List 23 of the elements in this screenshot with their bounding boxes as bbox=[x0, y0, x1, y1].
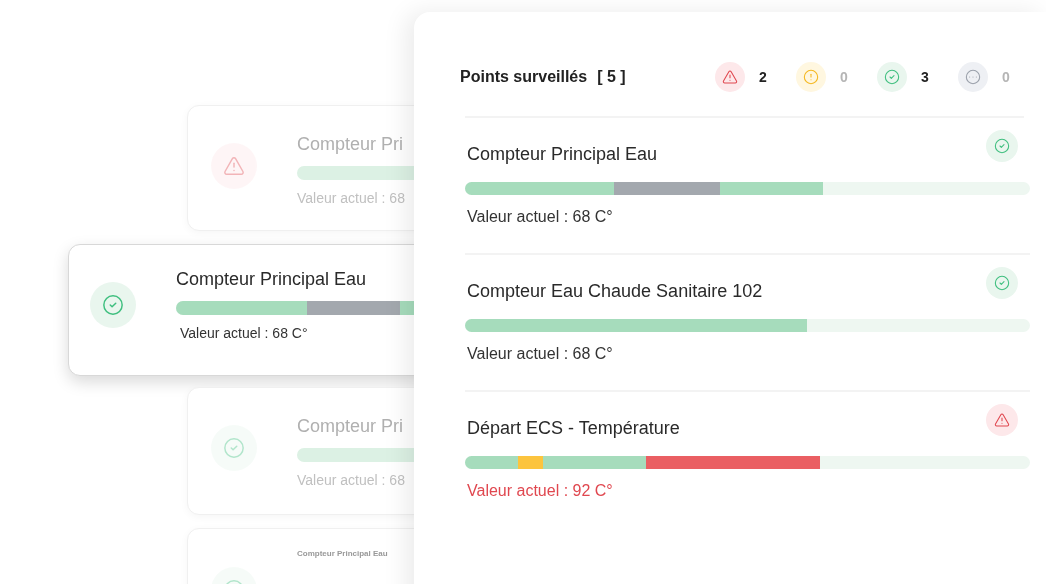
card-title: Compteur Principal Eau bbox=[176, 268, 368, 291]
meter-card[interactable]: Compteur Principal Eau Valeur actuel : 68 C° bbox=[68, 244, 414, 376]
card-title: Compteur Pri bbox=[297, 415, 405, 438]
meter-card[interactable]: Compteur Principal Eau bbox=[187, 528, 414, 584]
point-name: Départ ECS - Température bbox=[467, 417, 680, 440]
value-text: Valeur actuel : 68 C° bbox=[180, 324, 309, 343]
status-count: 0 bbox=[1002, 67, 1011, 87]
value-text: Valeur actuel : 68 bbox=[297, 471, 406, 490]
status-count: 0 bbox=[840, 67, 849, 87]
value-text: Valeur actuel : 68 C° bbox=[467, 207, 614, 227]
meter-card[interactable]: Compteur Pri Valeur actuel : 68 bbox=[187, 387, 414, 515]
panel-title: Points surveillés bbox=[460, 67, 588, 87]
value-text: Valeur actuel : 68 C° bbox=[467, 344, 614, 364]
value-text: Valeur actuel : 92 C° bbox=[467, 481, 614, 501]
card-title: Compteur Principal Eau bbox=[297, 548, 389, 560]
status-count: 2 bbox=[759, 67, 768, 87]
card-title: Compteur Pri bbox=[297, 133, 405, 156]
point-name: Compteur Eau Chaude Sanitaire 102 bbox=[467, 280, 763, 303]
point-count: [ 5 ] bbox=[597, 67, 626, 87]
meter-card[interactable]: Compteur Pri Valeur actuel : 68 bbox=[187, 105, 414, 231]
point-name: Compteur Principal Eau bbox=[467, 143, 658, 166]
status-count: 3 bbox=[921, 67, 930, 87]
value-text: Valeur actuel : 68 bbox=[297, 189, 406, 208]
